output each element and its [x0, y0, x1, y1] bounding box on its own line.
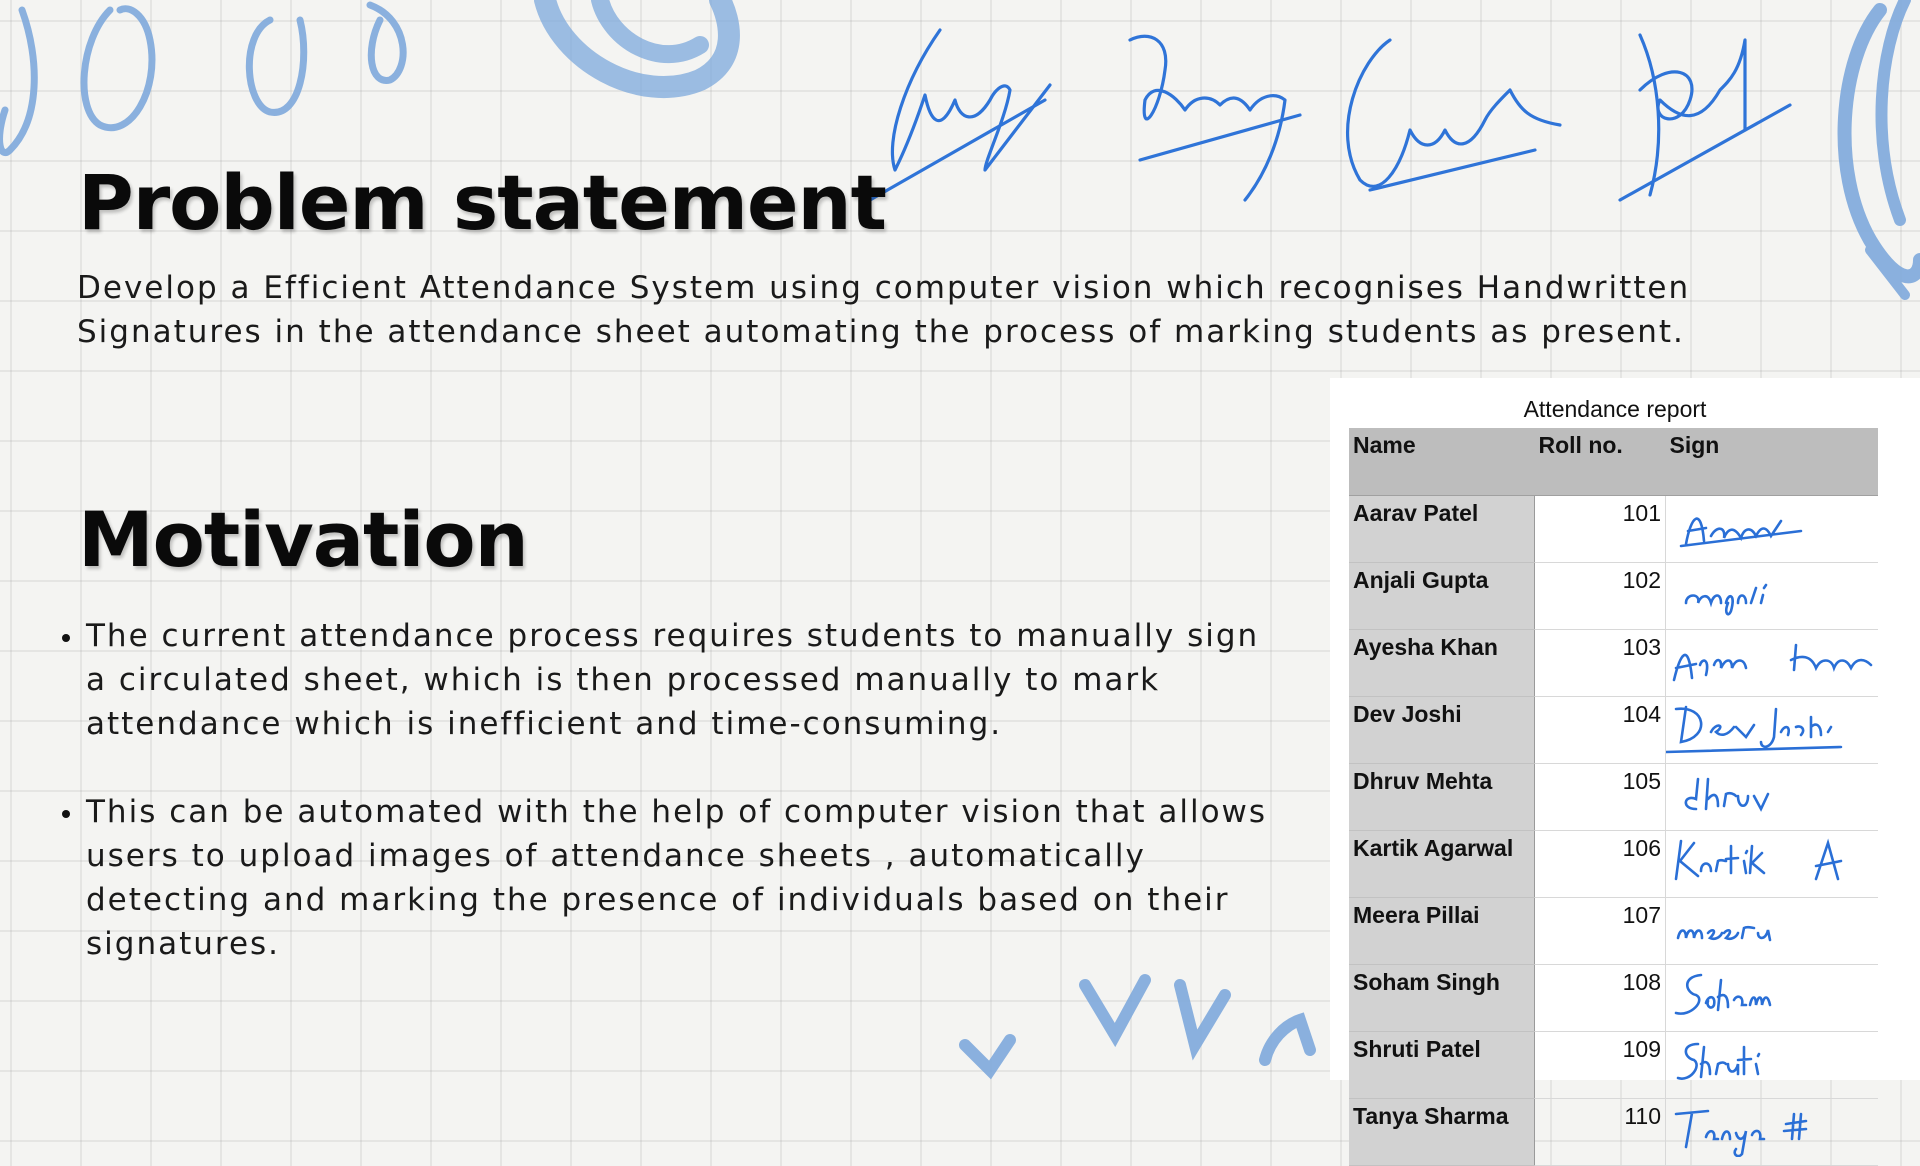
bullet-icon — [62, 810, 70, 818]
motivation-point: The current attendance process requires … — [50, 614, 1290, 746]
signature-image — [1676, 1042, 1761, 1080]
motivation-list: The current attendance process requires … — [50, 614, 1290, 1010]
motivation-point-text: The current attendance process requires … — [86, 618, 1260, 742]
attendance-report-title: Attendance report — [1523, 396, 1707, 422]
problem-statement-text: Develop a Efficient Attendance System us… — [77, 270, 1691, 350]
table-row: Meera Pillai 107 — [1349, 897, 1878, 965]
table-row: Tanya Sharma 110 — [1349, 1098, 1878, 1166]
signature-image — [1674, 838, 1843, 881]
signature-cell — [1665, 495, 1878, 563]
roll-number: 101 — [1534, 495, 1666, 563]
motivation-point: This can be automated with the help of c… — [50, 790, 1290, 966]
roll-number: 104 — [1534, 696, 1666, 764]
student-name: Meera Pillai — [1349, 897, 1535, 965]
signature-image — [1684, 583, 1768, 616]
table-row: Kartik Agarwal 106 — [1349, 830, 1878, 898]
column-header-roll: Roll no. — [1534, 428, 1666, 496]
student-name: Kartik Agarwal — [1349, 830, 1535, 898]
signature-image — [1672, 643, 1873, 682]
signature-cell — [1665, 964, 1878, 1032]
student-name: Dhruv Mehta — [1349, 763, 1535, 831]
table-row: Shruti Patel 109 — [1349, 1031, 1878, 1099]
student-name: Soham Singh — [1349, 964, 1535, 1032]
signature-image — [1684, 777, 1770, 812]
signature-image — [1674, 1109, 1808, 1157]
student-name: Tanya Sharma — [1349, 1098, 1535, 1166]
bullet-icon — [62, 634, 70, 642]
signature-image — [1679, 517, 1803, 548]
signature-image — [1666, 705, 1843, 754]
signature-image — [1676, 925, 1772, 942]
signature-cell — [1665, 1031, 1878, 1099]
motivation-title: Motivation — [78, 495, 529, 584]
table-row: Dhruv Mehta 105 — [1349, 763, 1878, 831]
signature-cell — [1665, 897, 1878, 965]
roll-number: 103 — [1534, 629, 1666, 697]
table-row: Anjali Gupta 102 — [1349, 562, 1878, 630]
student-name: Dev Joshi — [1349, 696, 1535, 764]
roll-number: 106 — [1534, 830, 1666, 898]
signature-image — [1674, 973, 1772, 1015]
roll-number: 109 — [1534, 1031, 1666, 1099]
table-row: Dev Joshi 104 — [1349, 696, 1878, 764]
column-header-name: Name — [1349, 428, 1535, 496]
roll-number: 102 — [1534, 562, 1666, 630]
table-header-row: Name Roll no. Sign — [1349, 428, 1878, 496]
signature-cell — [1665, 830, 1878, 898]
motivation-point-text: This can be automated with the help of c… — [86, 794, 1268, 962]
problem-statement-title: Problem statement — [78, 158, 887, 247]
signature-cell — [1665, 763, 1878, 831]
student-name: Ayesha Khan — [1349, 629, 1535, 697]
column-header-sign: Sign — [1665, 428, 1878, 496]
signature-cell — [1665, 562, 1878, 630]
roll-number: 108 — [1534, 964, 1666, 1032]
table-row: Aarav Patel 101 — [1349, 495, 1878, 563]
attendance-table: Name Roll no. Sign Aarav Patel 101 Anjal… — [1349, 428, 1878, 1166]
student-name: Aarav Patel — [1349, 495, 1535, 563]
student-name: Shruti Patel — [1349, 1031, 1535, 1099]
signature-cell — [1665, 696, 1878, 764]
attendance-report: Attendance report Name Roll no. Sign Aar… — [1330, 378, 1920, 1166]
roll-number: 107 — [1534, 897, 1666, 965]
table-row: Ayesha Khan 103 — [1349, 629, 1878, 697]
table-row: Soham Singh 108 — [1349, 964, 1878, 1032]
signature-cell — [1665, 629, 1878, 697]
roll-number: 110 — [1534, 1098, 1666, 1166]
roll-number: 105 — [1534, 763, 1666, 831]
student-name: Anjali Gupta — [1349, 562, 1535, 630]
signature-cell — [1665, 1098, 1878, 1166]
